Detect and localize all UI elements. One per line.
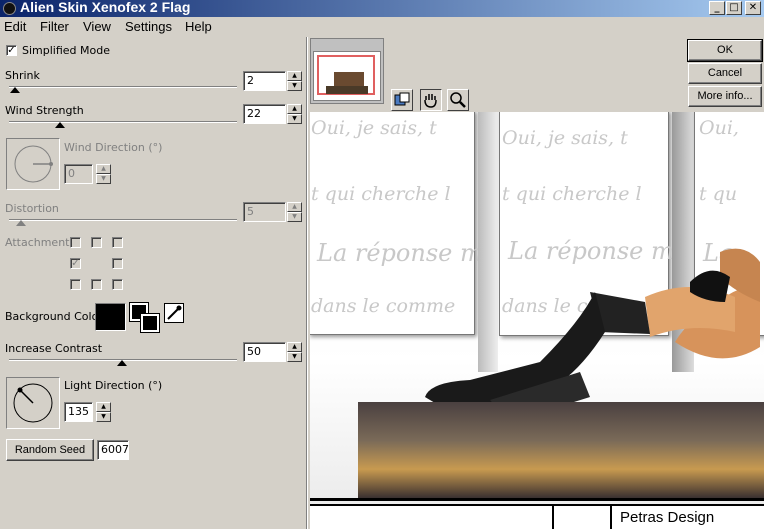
- minimize-button[interactable]: _: [709, 1, 725, 15]
- attachment-top-center[interactable]: [91, 237, 102, 248]
- menu-view[interactable]: View: [83, 19, 111, 34]
- cancel-button[interactable]: Cancel: [688, 63, 762, 84]
- panel-divider[interactable]: [306, 37, 308, 529]
- spin-up-icon[interactable]: ▲: [287, 71, 302, 81]
- background-color-label: Background Color: [5, 310, 103, 323]
- menu-edit[interactable]: Edit: [4, 19, 26, 34]
- spin-up-icon[interactable]: ▲: [96, 164, 111, 174]
- wind-strength-slider-thumb[interactable]: [55, 122, 65, 128]
- menu-filter[interactable]: Filter: [40, 19, 69, 34]
- menu-help[interactable]: Help: [185, 19, 212, 34]
- light-direction-spinner[interactable]: ▲ ▼: [96, 402, 111, 422]
- script-text: t qui cherche l: [311, 183, 451, 205]
- title-bar[interactable]: Alien Skin Xenofex 2 Flag _ □ ✕: [0, 0, 764, 17]
- wind-strength-input[interactable]: 22: [243, 104, 286, 124]
- figure-image: [425, 248, 760, 422]
- distortion-slider-thumb[interactable]: [16, 220, 26, 226]
- window-title: Alien Skin Xenofex 2 Flag: [20, 0, 191, 15]
- wind-direction-dial[interactable]: [6, 138, 60, 190]
- ok-button[interactable]: OK: [687, 39, 763, 62]
- color-picker-button[interactable]: [129, 302, 162, 333]
- spin-down-icon[interactable]: ▼: [96, 412, 111, 422]
- simplified-mode-label: Simplified Mode: [22, 44, 110, 57]
- preview-canvas[interactable]: Oui, je sais, t t qui cherche l La répon…: [310, 112, 764, 529]
- attachment-bottom-center[interactable]: [91, 279, 102, 290]
- wind-strength-spinner[interactable]: ▲ ▼: [287, 104, 302, 124]
- light-direction-label: Light Direction (°): [64, 379, 163, 392]
- random-seed-button[interactable]: Random Seed: [6, 439, 94, 461]
- light-direction-input[interactable]: 135: [64, 402, 93, 422]
- attachment-top-left[interactable]: [70, 237, 81, 248]
- wind-strength-label: Wind Strength: [5, 104, 84, 117]
- shrink-input[interactable]: 2: [243, 71, 286, 91]
- shrink-slider-thumb[interactable]: [10, 87, 20, 93]
- caption-bar: Petras Design: [310, 504, 764, 529]
- shrink-slider-track[interactable]: [9, 86, 237, 88]
- app-icon[interactable]: [3, 2, 16, 15]
- script-text: Oui, je sais, t: [502, 127, 628, 149]
- hand-icon[interactable]: [420, 89, 442, 111]
- spin-up-icon[interactable]: ▲: [287, 342, 302, 352]
- random-seed-input[interactable]: 6007: [97, 440, 129, 460]
- maximize-button[interactable]: □: [726, 1, 742, 15]
- script-text: t qu: [699, 183, 738, 205]
- wind-direction-input[interactable]: 0: [64, 164, 93, 184]
- spin-up-icon[interactable]: ▲: [287, 104, 302, 114]
- script-text: t qui cherche l: [502, 183, 642, 205]
- attachment-bottom-right[interactable]: [112, 279, 123, 290]
- simplified-mode-checkbox[interactable]: ✓: [6, 45, 17, 56]
- pan-icon[interactable]: [391, 89, 413, 111]
- eyedropper-icon[interactable]: [164, 303, 184, 323]
- attachment-middle-right[interactable]: [112, 258, 123, 269]
- increase-contrast-label: Increase Contrast: [5, 342, 103, 355]
- background-color-swatch[interactable]: [95, 303, 126, 331]
- spin-up-icon[interactable]: ▲: [287, 202, 302, 212]
- script-text: Oui,: [699, 117, 739, 139]
- spin-down-icon[interactable]: ▼: [287, 114, 302, 124]
- logo-image: [358, 402, 764, 498]
- attachment-top-right[interactable]: [112, 237, 123, 248]
- increase-contrast-slider-thumb[interactable]: [117, 360, 127, 366]
- spin-down-icon[interactable]: ▼: [287, 352, 302, 362]
- spin-down-icon[interactable]: ▼: [287, 81, 302, 91]
- attachments-label: Attachments: [5, 236, 76, 249]
- navigator-thumbnail[interactable]: [310, 38, 384, 104]
- distortion-spinner[interactable]: ▲ ▼: [287, 202, 302, 222]
- caption-text: Petras Design: [620, 509, 715, 526]
- more-info-button[interactable]: More info...: [688, 86, 762, 107]
- distortion-label: Distortion: [5, 202, 59, 215]
- wind-direction-label: Wind Direction (°): [64, 141, 163, 154]
- spin-up-icon[interactable]: ▲: [96, 402, 111, 412]
- spin-down-icon[interactable]: ▼: [96, 174, 111, 184]
- menu-settings[interactable]: Settings: [125, 19, 172, 34]
- light-direction-dial[interactable]: [6, 377, 60, 429]
- close-button[interactable]: ✕: [745, 1, 761, 15]
- wind-direction-spinner[interactable]: ▲ ▼: [96, 164, 111, 184]
- script-text: Oui, je sais, t: [311, 117, 437, 139]
- distortion-input[interactable]: 5: [243, 202, 286, 222]
- spin-down-icon[interactable]: ▼: [287, 212, 302, 222]
- divider-line: [310, 498, 764, 501]
- zoom-icon[interactable]: [447, 89, 469, 111]
- increase-contrast-spinner[interactable]: ▲ ▼: [287, 342, 302, 362]
- increase-contrast-input[interactable]: 50: [243, 342, 286, 362]
- distortion-slider-track[interactable]: [9, 219, 237, 221]
- wind-strength-slider-track[interactable]: [9, 121, 237, 123]
- menu-bar: Edit Filter View Settings Help: [0, 17, 764, 37]
- shrink-label: Shrink: [5, 69, 40, 82]
- attachment-bottom-left[interactable]: [70, 279, 81, 290]
- attachment-middle-left[interactable]: ✓: [70, 258, 81, 269]
- shrink-spinner[interactable]: ▲ ▼: [287, 71, 302, 91]
